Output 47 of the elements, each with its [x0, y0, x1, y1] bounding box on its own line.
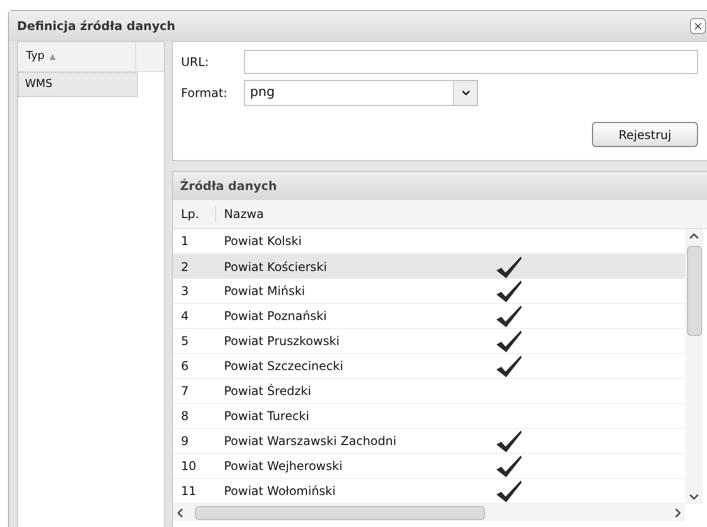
table-cell-text: Powiat Miński — [223, 283, 306, 300]
column-header[interactable]: Nazwa — [216, 205, 272, 223]
table-cell-text: Powiat Poznański — [223, 308, 328, 325]
column-header[interactable]: Typ — [26, 48, 44, 65]
table-row[interactable]: 5 Powiat Pruszkowski — [173, 329, 685, 354]
table-cell-text: 3 — [180, 283, 190, 300]
horizontal-scrollbar[interactable] — [173, 504, 685, 521]
table-row[interactable]: 10 Powiat Wejherowski — [173, 454, 685, 479]
table-cell-text: Powiat Turecki — [223, 408, 310, 425]
scroll-thumb[interactable] — [195, 506, 485, 520]
table-row[interactable]: 2 Powiat Kościerski — [173, 254, 685, 279]
table-row[interactable]: 11 Powiat Wołomiński — [173, 479, 685, 504]
table-cell-text: 10 — [180, 458, 198, 475]
format-label: Format: — [181, 85, 228, 102]
table-row[interactable]: 3 Powiat Miński — [173, 279, 685, 304]
table-cell-text: Powiat Wejherowski — [223, 458, 344, 475]
url-field[interactable] — [244, 50, 698, 74]
type-item[interactable]: WMS — [18, 72, 138, 97]
sort-arrow: ▲ — [50, 50, 56, 62]
table-cell-text: 5 — [180, 333, 190, 350]
table-cell-text: Powiat Średzki — [223, 382, 312, 400]
register-button[interactable]: Rejestruj — [592, 122, 698, 147]
table-cell-text: 1 — [180, 233, 190, 250]
table-cell-text: 4 — [180, 308, 190, 325]
column-header[interactable]: Lp. — [173, 205, 216, 223]
close-button[interactable]: × — [690, 18, 706, 34]
table-cell-text: Powiat Wołomiński — [223, 483, 337, 500]
table-cell-text: 6 — [180, 358, 190, 375]
format-dropdown[interactable]: png — [244, 80, 478, 106]
table-cell-text: 7 — [180, 383, 190, 400]
url-label: URL: — [181, 54, 210, 71]
table-row[interactable]: 6 Powiat Szczecinecki — [173, 354, 685, 379]
table-cell-text: 2 — [180, 258, 190, 276]
scroll-thumb[interactable] — [686, 246, 702, 336]
table-cell-text: 8 — [180, 408, 190, 425]
panel-title: Źródła danych — [180, 178, 277, 195]
table-cell-text: Powiat Szczecinecki — [223, 358, 344, 375]
table-cell-text: Powiat Kolski — [223, 233, 303, 250]
table-cell-text: 11 — [180, 483, 198, 500]
table-cell-text: Powiat Warszawski Zachodni — [223, 433, 398, 450]
table-cell-text: 9 — [180, 433, 190, 450]
table-cell-text: Powiat Pruszkowski — [223, 333, 340, 350]
table-row[interactable]: 9 Powiat Warszawski Zachodni — [173, 429, 685, 454]
window-title: Definicja źródła danych — [17, 18, 176, 35]
table-cell-text: Powiat Kościerski — [223, 258, 328, 276]
vertical-scrollbar[interactable] — [685, 229, 703, 504]
table-row[interactable]: 4 Powiat Poznański — [173, 304, 685, 329]
